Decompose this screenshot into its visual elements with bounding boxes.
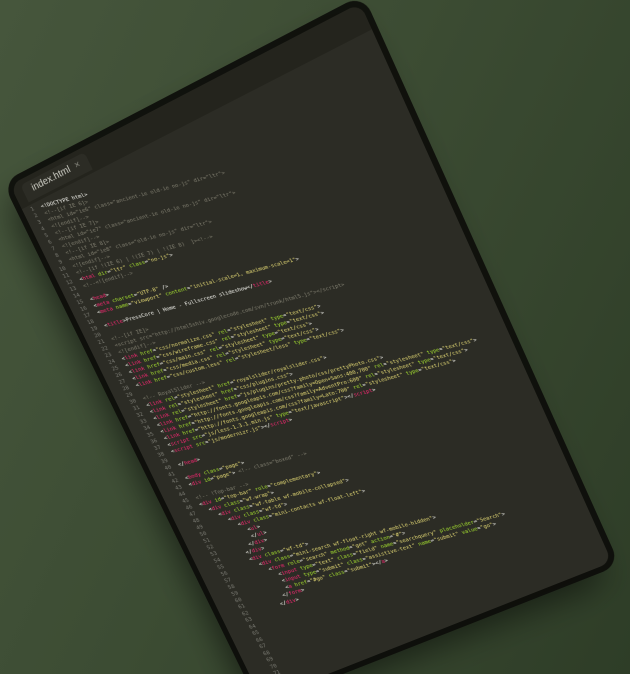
editor-window-card: index.html × xyxy=(10,3,612,674)
tab-title: index.html xyxy=(30,164,73,193)
tab-bar: index.html × xyxy=(10,3,372,209)
tab-close-icon[interactable]: × xyxy=(73,159,83,172)
screenshot-canvas: index.html × 1<!DOCTYPE html>2<!--[if IE… xyxy=(0,0,630,674)
tab-index-html[interactable]: index.html × xyxy=(20,152,93,202)
